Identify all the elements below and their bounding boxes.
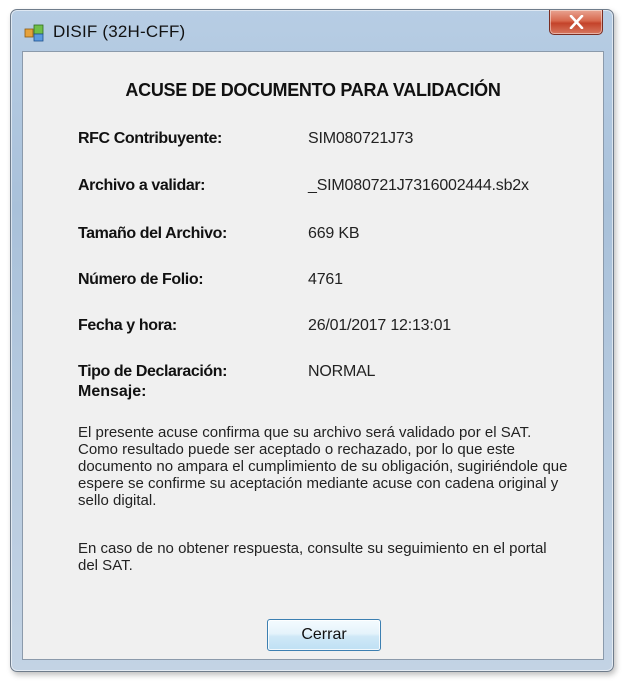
message-paragraph: En caso de no obtener respuesta, consult… [78, 540, 547, 574]
field-value-tipo: NORMAL [308, 363, 376, 380]
cerrar-button[interactable]: Cerrar [267, 619, 381, 651]
title-bar[interactable]: DISIF (32H-CFF) [11, 10, 613, 54]
dialog-heading: ACUSE DE DOCUMENTO PARA VALIDACIÓN [125, 80, 501, 100]
window-close-button[interactable] [549, 10, 603, 35]
field-label-rfc: RFC Contribuyente: [78, 130, 222, 147]
field-label-tipo: Tipo de Declaración: [78, 363, 228, 380]
dialog-window: DISIF (32H-CFF) ACUSE DE DOCUMENTO PARA … [10, 9, 614, 672]
window-title: DISIF (32H-CFF) [53, 22, 186, 41]
field-label-tamano: Tamaño del Archivo: [78, 225, 227, 242]
field-value-archivo: _SIM080721J7316002444.sb2x [308, 177, 529, 194]
message-label: Mensaje: [78, 383, 147, 400]
field-value-rfc: SIM080721J73 [308, 130, 414, 147]
field-label-archivo: Archivo a validar: [78, 177, 206, 194]
field-value-tamano: 669 KB [308, 225, 360, 242]
close-icon [569, 15, 584, 29]
field-label-folio: Número de Folio: [78, 271, 204, 288]
app-icon [24, 24, 44, 42]
message-paragraph: El presente acuse confirma que su archiv… [78, 424, 568, 509]
field-value-fecha: 26/01/2017 12:13:01 [308, 317, 452, 334]
field-label-fecha: Fecha y hora: [78, 317, 177, 334]
field-value-folio: 4761 [308, 271, 343, 288]
dialog-body: ACUSE DE DOCUMENTO PARA VALIDACIÓN RFC C… [22, 51, 604, 660]
